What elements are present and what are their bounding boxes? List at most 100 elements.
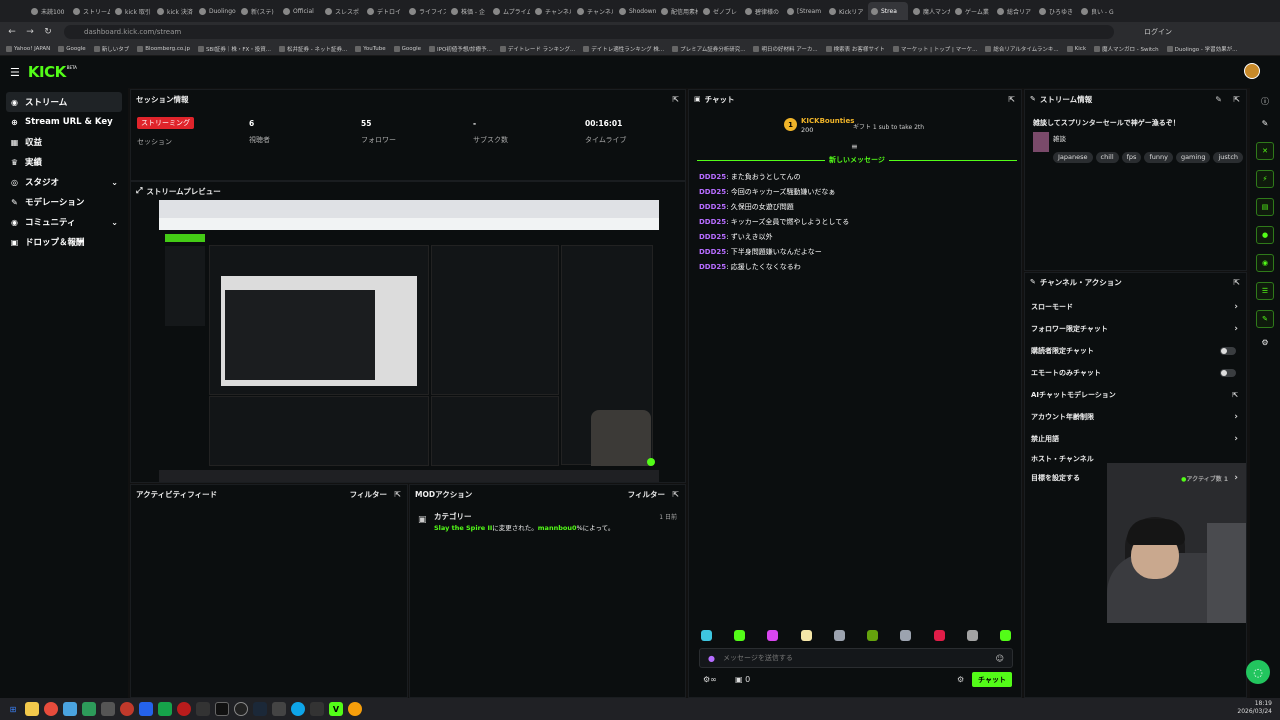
bookmark-item[interactable]: SBI証券｜株・FX・投資...	[197, 45, 271, 53]
chat-username[interactable]: DDD25	[699, 203, 726, 211]
chat-input[interactable]: ● メッセージを送信する ☺	[699, 648, 1013, 668]
support-chat-icon[interactable]: ◌	[1246, 660, 1270, 684]
browser-tab[interactable]: ストリーム	[70, 2, 110, 20]
bookmark-item[interactable]: Duolingo - 学習効果が...	[1166, 45, 1237, 53]
browser-tab[interactable]: スレスポ	[322, 2, 362, 20]
pin-icon[interactable]: ≡	[851, 142, 858, 151]
bookmark-item[interactable]: Kick	[1066, 45, 1086, 52]
browser-tab[interactable]: 未読100	[28, 2, 68, 20]
reload-icon[interactable]: ↻	[42, 27, 54, 37]
bookmark-item[interactable]: Yahoo! JAPAN	[6, 45, 50, 52]
app-icon[interactable]	[272, 702, 286, 716]
pencil-icon[interactable]: ✎	[1250, 119, 1280, 128]
sidebar-item[interactable]: ▣ ドロップ＆報酬	[0, 232, 128, 252]
browser-tab[interactable]: Kickリア	[826, 2, 866, 20]
channel-action-item[interactable]: 禁止用語 ›	[1025, 428, 1246, 450]
emote-icon[interactable]	[734, 630, 746, 641]
chat-username[interactable]: DDD25	[699, 248, 726, 256]
browser-tab[interactable]: ムプライム	[490, 2, 530, 20]
bookmark-item[interactable]: デイトレード ランキング...	[499, 45, 575, 53]
maximize-icon[interactable]: ⤢	[136, 186, 142, 196]
bookmark-item[interactable]: Google	[58, 45, 86, 52]
popout-icon[interactable]: ⇱	[394, 490, 401, 499]
bookmark-item[interactable]: 新しいタブ	[93, 45, 129, 53]
stream-tag[interactable]: justch	[1213, 151, 1243, 163]
bookmark-item[interactable]: 松井証券 - ネット証券...	[279, 45, 347, 53]
settings-icon[interactable]: ⚙	[1250, 338, 1280, 347]
emote-icon[interactable]	[900, 630, 912, 641]
chrome-icon[interactable]	[44, 702, 58, 716]
channel-action-item[interactable]: スローモード ›	[1025, 296, 1246, 318]
emote-icon[interactable]	[966, 630, 978, 641]
sidebar-item[interactable]: ◎ スタジオ ⌄	[0, 172, 128, 192]
app-icon[interactable]	[310, 702, 324, 716]
chat-username[interactable]: DDD25	[699, 173, 726, 181]
file-explorer-icon[interactable]	[25, 702, 39, 716]
browser-tab[interactable]: Shodown	[616, 2, 656, 20]
mod-filter-button[interactable]: フィルター	[628, 489, 665, 500]
app-icon[interactable]	[196, 702, 210, 716]
menu-icon[interactable]: ☰	[10, 66, 20, 79]
chat-username[interactable]: DDD25	[699, 188, 726, 196]
bolt-icon[interactable]: ⚡	[1256, 170, 1274, 188]
bookmark-item[interactable]: IPO初値予想/診療予...	[429, 45, 492, 53]
emoji-icon[interactable]: ☺	[996, 654, 1004, 663]
browser-tab[interactable]: kick 決済	[154, 2, 194, 20]
stream-tag[interactable]: Japanese	[1053, 151, 1093, 163]
browser-tab[interactable]: 配信用素材	[658, 2, 698, 20]
browser-tab[interactable]: Official	[280, 2, 320, 20]
browser-tab[interactable]: kick 取引	[112, 2, 152, 20]
bookmark-item[interactable]: マーケット | トップ | マーケ...	[892, 45, 977, 53]
chat-username[interactable]: DDD25	[699, 218, 726, 226]
browser-tab[interactable]: 魔人マンガ	[910, 2, 950, 20]
app-icon[interactable]: V	[329, 702, 343, 716]
send-chat-button[interactable]: チャット	[972, 672, 1012, 687]
login-button[interactable]: ログイン	[1144, 27, 1172, 37]
wrench-icon[interactable]: ✎	[1256, 310, 1274, 328]
url-field[interactable]: dashboard.kick.com/stream	[64, 25, 1114, 39]
browser-tab[interactable]: 良い - G	[1078, 2, 1118, 20]
app-icon[interactable]	[348, 702, 362, 716]
app-icon[interactable]	[139, 702, 153, 716]
chat-settings-icon[interactable]: ⚙∞	[703, 675, 717, 684]
bookmark-item[interactable]: プレミアム証券分析研究...	[672, 45, 745, 53]
sidebar-item[interactable]: ◉ ストリーム	[6, 92, 122, 112]
stream-tag[interactable]: funny	[1144, 151, 1173, 163]
steam-icon[interactable]	[253, 702, 267, 716]
bookmark-item[interactable]: Google	[393, 45, 421, 52]
popout-icon[interactable]: ⇱	[1233, 278, 1240, 287]
edit-icon[interactable]: ✎	[1215, 95, 1222, 104]
chevron-down-icon[interactable]: ⌄	[111, 178, 118, 187]
stream-tag[interactable]: chill	[1095, 151, 1119, 163]
emote-icon[interactable]	[833, 630, 845, 641]
app-icon[interactable]	[291, 702, 305, 716]
list-icon[interactable]: ☰	[1256, 282, 1274, 300]
bookmark-item[interactable]: 魔人マンガロ - Switch	[1094, 45, 1159, 53]
back-icon[interactable]: ←	[6, 27, 18, 37]
obs-icon[interactable]	[120, 702, 134, 716]
chat-bubble-icon[interactable]: ●	[1256, 226, 1274, 244]
emote-icon[interactable]	[767, 630, 779, 641]
bookmark-item[interactable]: 明日の好材料 アーカ...	[753, 45, 818, 53]
browser-tab[interactable]: ゲーム業	[952, 2, 992, 20]
bookmark-item[interactable]: デイトレ適性ランキング 株...	[583, 45, 664, 53]
browser-tab[interactable]: チャンネル	[574, 2, 614, 20]
emote-icon[interactable]	[800, 630, 812, 641]
activity-filter-button[interactable]: フィルター	[350, 489, 387, 500]
app-icon[interactable]	[63, 702, 77, 716]
popout-icon[interactable]: ⇱	[1233, 95, 1240, 104]
bookmark-item[interactable]: Bloomberg.co.jp	[137, 45, 190, 52]
sidebar-item[interactable]: ✎ モデレーション	[0, 192, 128, 212]
chevron-down-icon[interactable]: ⌄	[111, 218, 118, 227]
channel-action-item[interactable]: AIチャットモデレーション ⇱	[1025, 384, 1246, 406]
sidebar-item[interactable]: ⊕ Stream URL & Key	[0, 112, 128, 132]
bookmark-item[interactable]: 総合リアルタイムランキ...	[985, 45, 1059, 53]
app-icon[interactable]	[234, 702, 248, 716]
app-icon[interactable]	[177, 702, 191, 716]
windows-start-icon[interactable]: ⊞	[6, 702, 20, 716]
emote-icon[interactable]	[701, 630, 712, 641]
channel-action-item[interactable]: エモートのみチャット	[1025, 362, 1246, 384]
info-icon[interactable]: ⓘ	[1250, 96, 1280, 107]
document-icon[interactable]: ▤	[1256, 198, 1274, 216]
app-icon[interactable]	[158, 702, 172, 716]
